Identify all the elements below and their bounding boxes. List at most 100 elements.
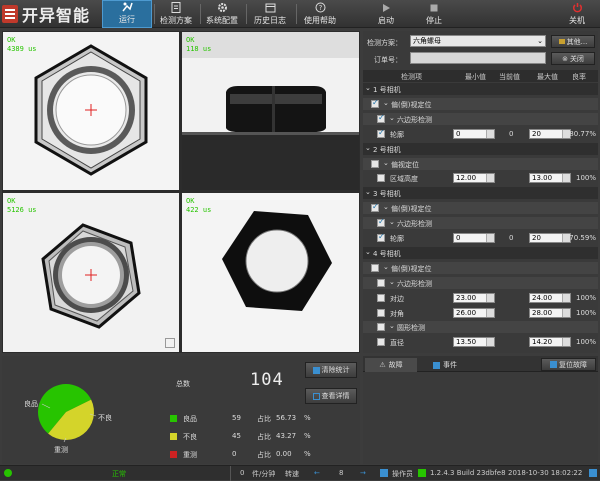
stop-icon [428, 2, 440, 13]
min-value-input[interactable]: 23.00 [453, 292, 495, 303]
detail-icon [312, 392, 320, 400]
row-checkbox[interactable] [377, 323, 385, 332]
camera-group-row[interactable]: ⌄ 1 号相机 [363, 83, 598, 95]
row-label: 4 号相机 [373, 249, 401, 258]
order-input[interactable] [410, 52, 546, 64]
collapse-icon[interactable]: ⌄ [383, 159, 389, 167]
collapse-icon[interactable]: ⌄ [389, 218, 395, 226]
collapse-icon[interactable]: ⌄ [383, 203, 389, 211]
min-value-input[interactable]: 26.00 [453, 307, 495, 318]
collapse-icon[interactable]: ⌄ [365, 84, 371, 92]
camera-group-row[interactable]: ⌄ 2 号相机 [363, 142, 598, 155]
row-label: 六边形检测 [397, 279, 432, 288]
row-label: 偏视定位 [391, 160, 419, 169]
toolbar-help-button[interactable]: ? 使用帮助 [296, 0, 344, 28]
min-value-input[interactable]: 13.50 [453, 337, 495, 348]
toolbar-config-button[interactable]: 系统配置 [200, 0, 244, 28]
legend-label: 重测 [183, 451, 197, 459]
collapse-icon[interactable]: ⌄ [365, 248, 371, 256]
collapse-icon[interactable]: ⌄ [365, 188, 371, 196]
row-checkbox[interactable] [371, 98, 379, 108]
collapse-icon[interactable]: ⌄ [383, 99, 389, 107]
toolbar-scheme-button[interactable]: 检测方案 [154, 0, 198, 28]
camera-view-1[interactable]: OK 4389 us [3, 32, 179, 190]
table-row[interactable]: 对角 26.00 28.00 100% [363, 307, 598, 319]
table-row[interactable]: 对边 23.00 24.00 100% [363, 292, 598, 304]
max-value-input[interactable]: 20 [529, 233, 571, 243]
play-icon [380, 2, 392, 13]
row-label: 六边形检测 [397, 115, 432, 124]
clear-stats-button[interactable]: 清除统计 [305, 362, 357, 378]
row-checkbox[interactable] [377, 293, 385, 302]
row-checkbox[interactable] [377, 278, 385, 287]
table-row[interactable]: ⌄偏(倒)视定位 [363, 261, 598, 274]
row-checkbox[interactable] [377, 308, 385, 317]
toolbar-log-button[interactable]: 历史日志 [246, 0, 294, 28]
row-checkbox[interactable] [371, 263, 379, 272]
max-value-input[interactable]: 28.00 [529, 307, 571, 318]
table-row[interactable]: ⌄六边形检测 [363, 112, 598, 125]
camera-view-2[interactable]: OK 118 us [182, 32, 359, 190]
min-value-input[interactable]: 0 [453, 128, 495, 139]
toolbar-shutdown-button[interactable]: 关机 [560, 0, 594, 28]
table-row[interactable]: ⌄偏(倒)视定位 [363, 97, 598, 110]
max-value-input[interactable]: 20 [529, 128, 571, 139]
collapse-icon[interactable]: ⌄ [389, 114, 395, 122]
current-value: 0 [509, 129, 514, 138]
speed-unit: 件/分钟 [252, 470, 276, 478]
svg-text:?: ? [318, 4, 322, 12]
table-row[interactable]: ⌄ 圆形检测 [363, 321, 598, 334]
table-row[interactable]: 轮廓 0 0 2070.59% [363, 232, 598, 244]
collapse-icon[interactable]: ⌄ [389, 322, 395, 330]
collapse-icon[interactable]: ⌄ [365, 144, 371, 152]
min-value-input[interactable]: 0 [453, 233, 495, 243]
legend-ratio: 43.27 [276, 432, 297, 440]
legend-count: 59 [232, 414, 241, 422]
row-checkbox[interactable] [377, 217, 385, 228]
row-checkbox[interactable] [377, 174, 385, 183]
other-scheme-button[interactable]: 其他... [551, 35, 595, 48]
table-row[interactable]: ⌄ 偏视定位 [363, 157, 598, 170]
legend-swatch [170, 451, 177, 458]
rpm-decrease-button[interactable]: ← [314, 469, 320, 477]
row-checkbox[interactable] [377, 338, 385, 347]
row-checkbox[interactable] [371, 159, 379, 168]
table-row[interactable]: ⌄六边形检测 [363, 217, 598, 230]
view-detail-button[interactable]: 查看详情 [305, 388, 357, 404]
status-led-icon [4, 469, 12, 477]
tab-event[interactable]: 事件 [419, 358, 471, 372]
camera-time: 118 us [186, 45, 212, 53]
table-row[interactable]: ⌄六边形检测 [363, 276, 598, 289]
camera-group-row[interactable]: ⌄ 4 号相机 [363, 246, 598, 259]
legend-ratio-label: 占比 [257, 451, 271, 459]
expand-icon[interactable] [165, 338, 175, 348]
camera-view-3[interactable]: OK 5126 us [3, 193, 179, 352]
scheme-select[interactable]: 六角螺母 ⌄ [410, 35, 546, 47]
current-value: 0 [509, 234, 514, 242]
max-value-input[interactable]: 24.00 [529, 292, 571, 303]
row-checkbox[interactable] [377, 232, 385, 242]
legend-unit: % [304, 450, 311, 458]
table-row[interactable]: 区域高度 12.00 13.00 100% [363, 172, 598, 184]
close-scheme-button[interactable]: ⊗ 关闭 [551, 52, 595, 65]
collapse-icon[interactable]: ⌄ [383, 263, 389, 271]
camera-group-row[interactable]: ⌄ 3 号相机 [363, 187, 598, 200]
row-checkbox[interactable] [377, 128, 385, 138]
min-value-input[interactable]: 12.00 [453, 173, 495, 184]
toolbar-start-button[interactable]: 启动 [366, 0, 406, 28]
tab-fault[interactable]: ⚠ 故障 [365, 358, 417, 372]
max-value-input[interactable]: 13.00 [529, 173, 571, 184]
reset-fault-button[interactable]: 复位故障 [541, 358, 596, 371]
toolbar-stop-button[interactable]: 停止 [414, 0, 454, 28]
row-checkbox[interactable] [371, 202, 379, 213]
table-row[interactable]: ⌄偏(倒)视定位 [363, 202, 598, 215]
camera-view-4[interactable]: OK 422 us [182, 193, 359, 352]
collapse-icon[interactable]: ⌄ [389, 278, 395, 286]
max-value-input[interactable]: 14.20 [529, 337, 571, 348]
row-checkbox[interactable] [377, 113, 385, 123]
rpm-increase-button[interactable]: → [360, 469, 366, 477]
toolbar-run-button[interactable]: 运行 [102, 0, 152, 28]
table-row[interactable]: 轮廓 0 0 2080.77% [363, 128, 598, 140]
yield-rate: 100% [575, 338, 596, 347]
table-row[interactable]: 直径 13.50 14.20 100% [363, 336, 598, 348]
